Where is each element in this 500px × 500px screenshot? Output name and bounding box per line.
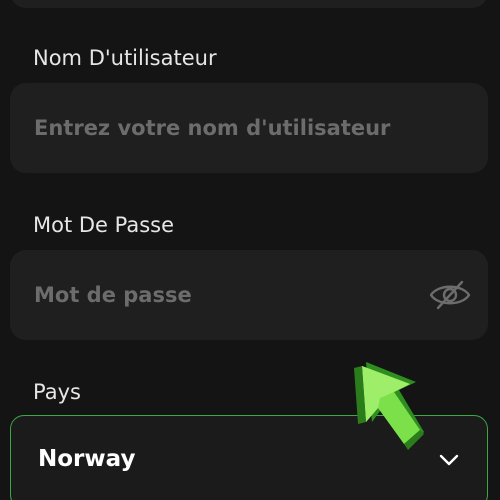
password-label: Mot De Passe bbox=[33, 213, 175, 237]
pointer-arrow-icon bbox=[354, 362, 424, 450]
password-field-container[interactable] bbox=[10, 250, 488, 340]
previous-field[interactable] bbox=[10, 0, 488, 8]
chevron-down-icon bbox=[439, 454, 459, 466]
password-input[interactable] bbox=[34, 250, 434, 340]
country-label: Pays bbox=[33, 380, 81, 404]
username-input[interactable] bbox=[34, 83, 434, 173]
country-selected-value: Norway bbox=[38, 446, 136, 472]
username-label: Nom D'utilisateur bbox=[33, 46, 217, 70]
username-field-container[interactable] bbox=[10, 83, 488, 173]
eye-off-icon[interactable] bbox=[428, 277, 472, 313]
login-form: Nom D'utilisateur Mot De Passe Pays Norw… bbox=[0, 0, 500, 500]
